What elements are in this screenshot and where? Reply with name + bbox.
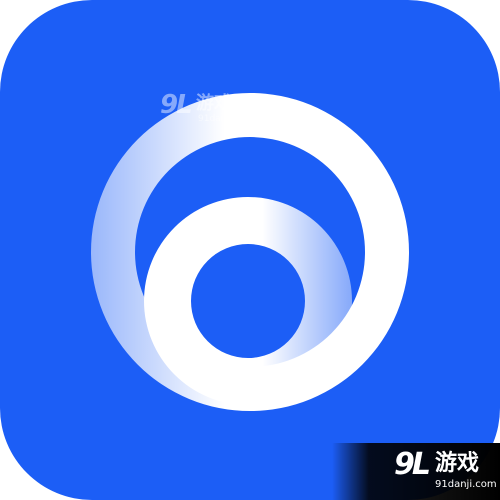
watermark-top: 9L 游戏 91danji.com [160,92,270,128]
watermark-url-text: 91danji.com [435,479,497,490]
watermark-logo-icon: 9L [394,447,431,482]
watermark-brand-text: 游戏 [435,451,480,476]
icon-background [0,0,500,500]
watermark-url-text: 91danji.com [198,114,254,124]
app-icon [0,0,500,500]
watermark-logo-icon: 9L [160,90,193,120]
watermark-bottom: 9L 游戏 91danji.com [332,443,500,500]
watermark-brand-text: 游戏 [196,93,232,114]
